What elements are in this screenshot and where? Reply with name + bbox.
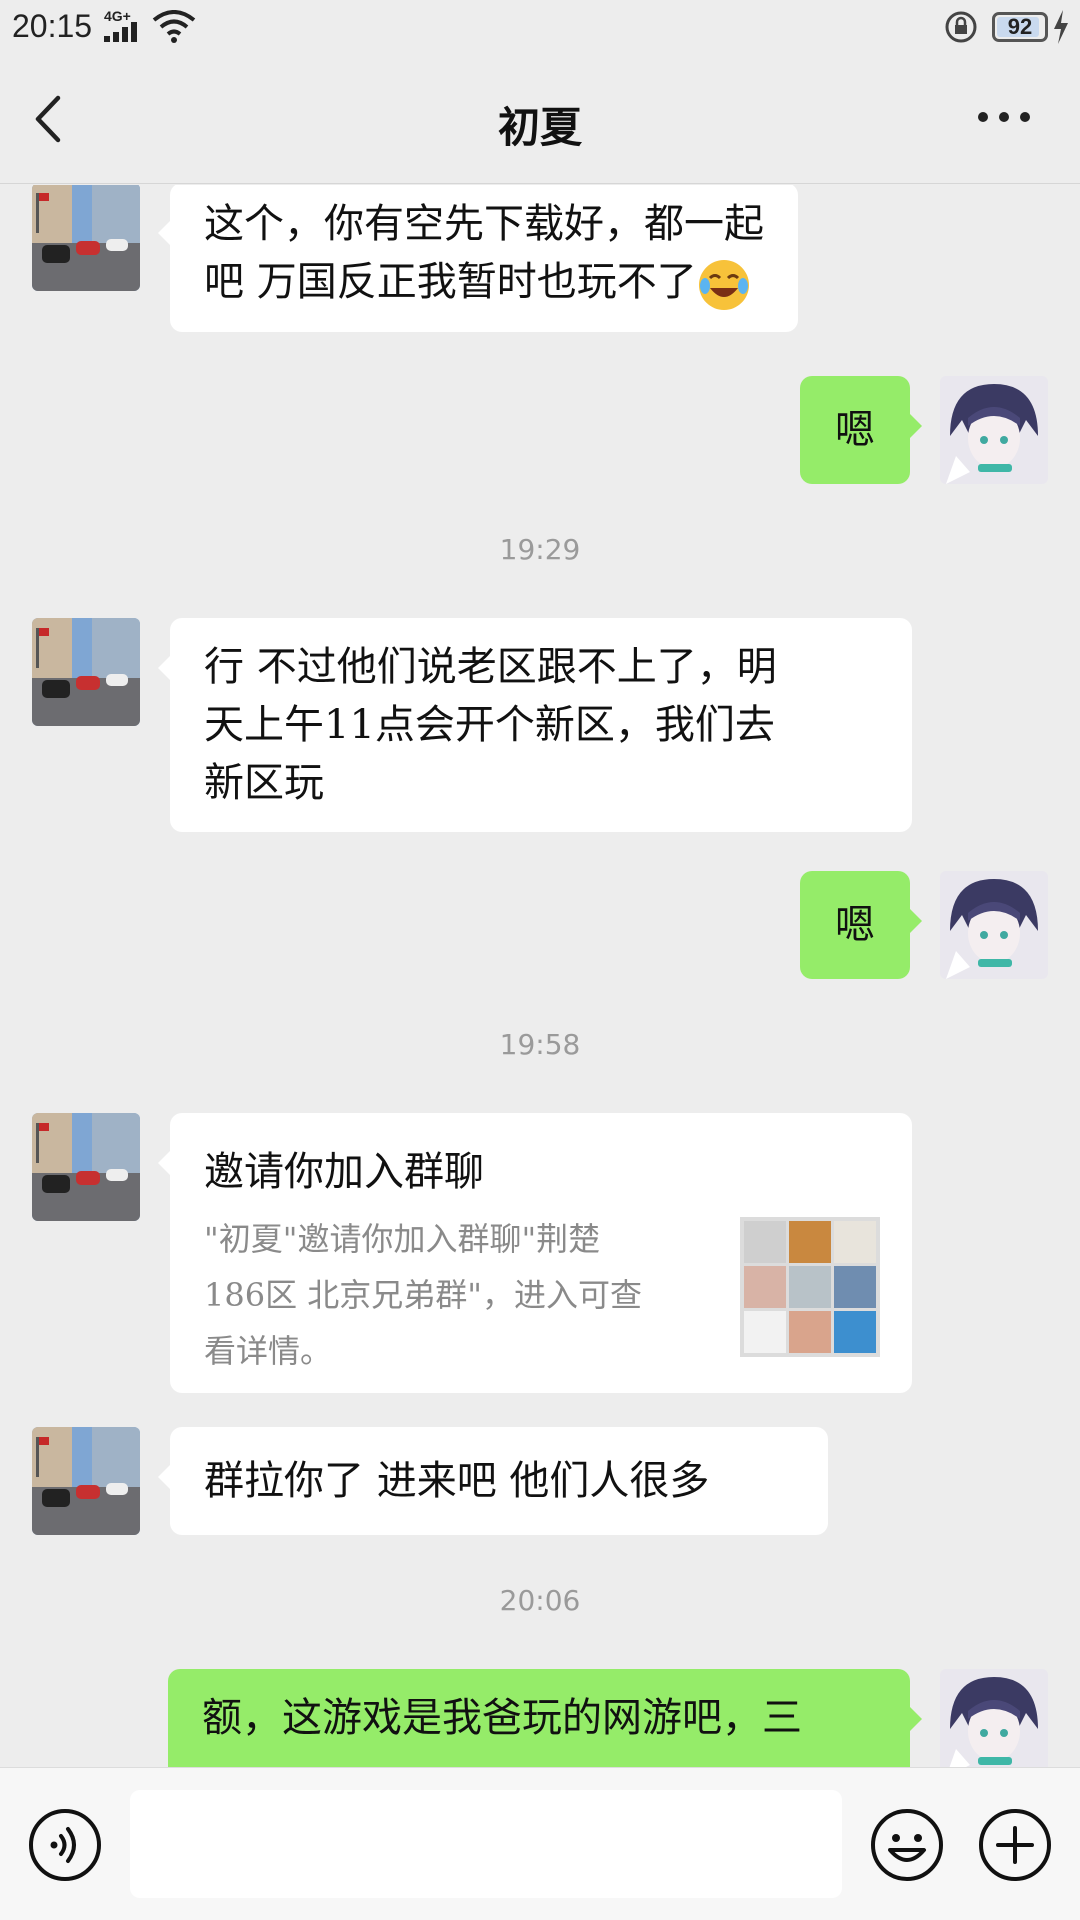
group-member-avatar [744,1266,786,1308]
group-member-avatar [744,1311,786,1353]
message-line: 新区玩 [204,760,324,806]
group-member-avatar [744,1221,786,1263]
message-line: 行 不过他们说老区跟不上了，明 [204,644,777,690]
battery-level: 92 [1007,14,1033,39]
status-time: 20:15 [12,8,93,44]
anime-avatar-icon [940,376,1048,484]
more-dots-icon[interactable] [976,110,1032,124]
anime-avatar-icon [940,871,1048,979]
my-avatar[interactable] [940,376,1048,484]
invite-description: "初夏"邀请你加入群聊"荆楚 186区 北京兄弟群"，进入可查 看详情。 [204,1211,704,1379]
message-input[interactable] [130,1790,842,1898]
wifi-icon [152,10,196,43]
message-list[interactable]: 这个，你有空先下载好，都一起 吧 万国反正我暂时也玩不了 嗯 19:29 行 不… [0,185,1080,1767]
group-member-avatar [834,1266,876,1308]
message-line: 吧 万国反正我暂时也玩不了 [204,253,764,312]
street-photo-avatar-icon [32,618,140,726]
message-bubble-out[interactable]: 嗯 [800,871,922,979]
tears-of-joy-emoji-icon [698,260,749,310]
status-bar: 20:15 4G+ 92 [0,0,1080,56]
voice-icon[interactable] [28,1808,102,1882]
charging-icon [1054,10,1068,44]
group-member-avatar [834,1311,876,1353]
plus-icon[interactable] [978,1808,1052,1882]
group-avatar-grid [740,1217,880,1357]
street-photo-avatar-icon [32,185,140,291]
group-member-avatar [789,1266,831,1308]
contact-avatar[interactable] [32,185,140,291]
message-line: 额，这游戏是我爸玩的网游吧，三 [202,1695,802,1741]
group-member-avatar [834,1221,876,1263]
message-bubble-out[interactable]: 额，这游戏是我爸玩的网游吧，三 [168,1669,922,1767]
chat-title: 初夏 [497,103,582,152]
time-divider: 19:29 [499,533,581,566]
contact-avatar[interactable] [32,618,140,726]
input-bar [0,1767,1080,1920]
time-divider: 20:06 [499,1584,581,1617]
message-bubble-in[interactable]: 这个，你有空先下载好，都一起 吧 万国反正我暂时也玩不了 [158,185,798,332]
my-avatar[interactable] [940,871,1048,979]
message-bubble-in[interactable]: 群拉你了 进来吧 他们人很多 [158,1427,828,1535]
invite-title: 邀请你加入群聊 [204,1149,484,1195]
group-member-avatar [789,1311,831,1353]
message-bubble-out[interactable]: 嗯 [800,376,922,484]
contact-avatar[interactable] [32,1427,140,1535]
message-bubble-in[interactable]: 行 不过他们说老区跟不上了，明 天上午11点会开个新区，我们去 新区玩 [158,618,912,832]
battery-indicator: 92 [992,12,1048,42]
contact-avatar[interactable] [32,1113,140,1221]
invite-description-line: 186区 北京兄弟群"，进入可查 [204,1276,642,1314]
invite-description-line: "初夏"邀请你加入群聊"荆楚 [204,1220,601,1258]
chat-header: 初夏 [0,56,1080,184]
my-avatar[interactable] [940,1669,1048,1767]
group-member-avatar [789,1221,831,1263]
emoji-icon[interactable] [870,1808,944,1882]
anime-avatar-icon [940,1669,1048,1767]
signal-icon [104,22,137,42]
message-line: 天上午11点会开个新区，我们去 [204,702,775,748]
time-divider: 19:58 [499,1028,581,1061]
street-photo-avatar-icon [32,1113,140,1221]
rotation-lock-icon [945,11,977,43]
street-photo-avatar-icon [32,1427,140,1535]
invite-description-line: 看详情。 [204,1332,333,1370]
group-invite-card[interactable]: 邀请你加入群聊 "初夏"邀请你加入群聊"荆楚 186区 北京兄弟群"，进入可查 … [158,1113,912,1393]
message-line-text: 吧 万国反正我暂时也玩不了 [204,259,697,305]
message-line: 这个，你有空先下载好，都一起 [204,201,764,247]
